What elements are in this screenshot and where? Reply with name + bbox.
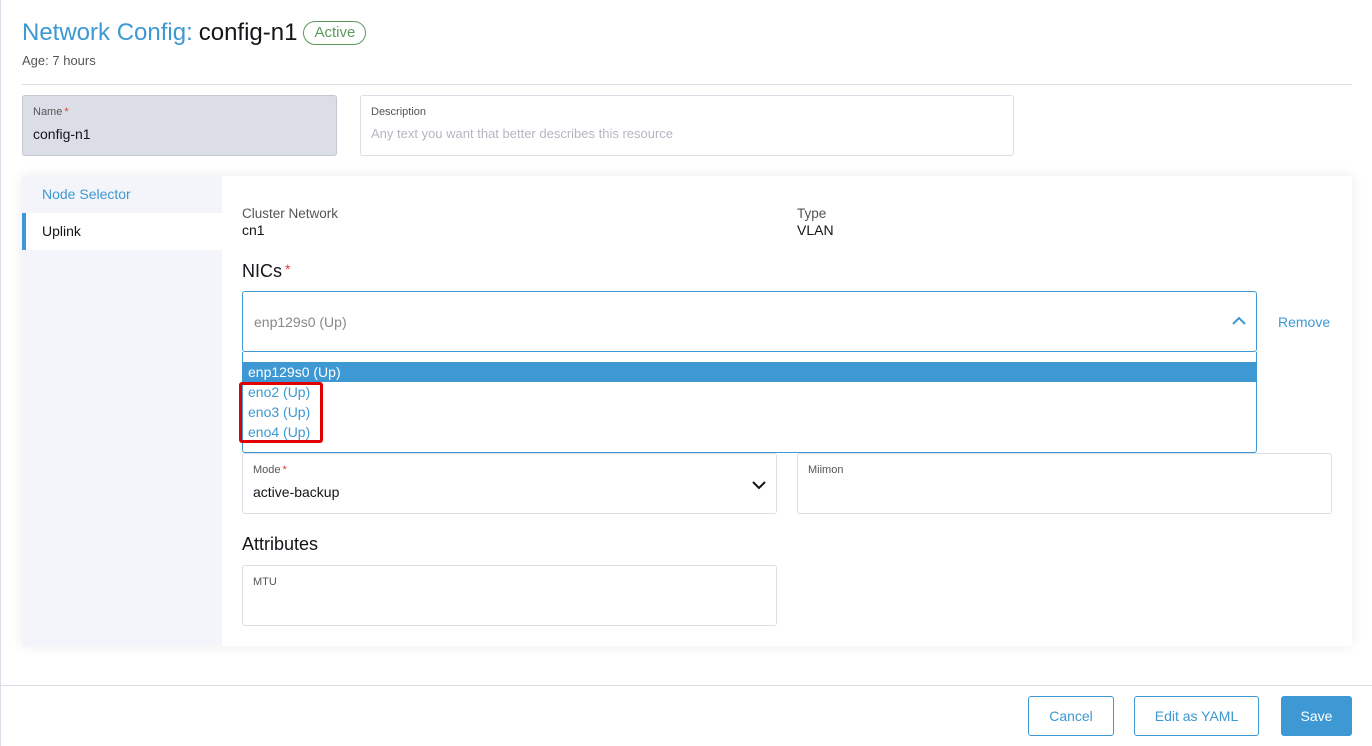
config-panel: Node Selector Uplink Cluster Network cn1… bbox=[22, 176, 1352, 646]
type-info: Type VLAN bbox=[797, 206, 834, 238]
nics-dropdown-menu: enp129s0 (Up) eno2 (Up) eno3 (Up) eno4 (… bbox=[242, 352, 1257, 453]
nics-heading: NICs * bbox=[242, 261, 291, 281]
page-header: Network Config: config-n1 Active bbox=[22, 19, 367, 47]
nic-option-eno3[interactable]: eno3 (Up) bbox=[243, 402, 1256, 422]
resource-type-link[interactable]: Network Config: bbox=[22, 19, 193, 47]
page-title: config-n1 bbox=[198, 19, 298, 46]
name-field[interactable]: Name * config-n1 bbox=[22, 95, 337, 156]
mode-select[interactable]: Mode * active-backup bbox=[242, 453, 777, 514]
nics-select[interactable]: enp129s0 (Up) bbox=[242, 291, 1257, 352]
edit-as-yaml-button[interactable]: Edit as YAML bbox=[1134, 696, 1259, 736]
cluster-network-label: Cluster Network bbox=[242, 206, 339, 221]
miimon-label: Miimon bbox=[808, 464, 844, 476]
type-value: VLAN bbox=[797, 222, 834, 238]
header-divider bbox=[22, 84, 1352, 85]
name-value: config-n1 bbox=[33, 126, 91, 142]
description-placeholder: Any text you want that better describes … bbox=[371, 126, 674, 141]
cancel-button[interactable]: Cancel bbox=[1028, 696, 1114, 736]
required-mark: * bbox=[285, 261, 291, 277]
type-label: Type bbox=[797, 206, 827, 221]
cluster-network-value: cn1 bbox=[242, 222, 265, 238]
age-value: 7 hours bbox=[52, 53, 96, 68]
side-tabs: Node Selector Uplink bbox=[22, 176, 222, 250]
chevron-down-icon[interactable] bbox=[750, 476, 768, 494]
mtu-label: MTU bbox=[253, 576, 277, 588]
remove-button[interactable]: Remove bbox=[1278, 314, 1330, 330]
cluster-network-info: Cluster Network cn1 bbox=[242, 206, 338, 238]
mtu-field[interactable]: MTU bbox=[242, 565, 777, 626]
description-label: Description bbox=[371, 106, 427, 118]
mode-label: Mode * bbox=[253, 464, 287, 476]
save-button[interactable]: Save bbox=[1281, 696, 1352, 736]
nics-selected-value: enp129s0 (Up) bbox=[254, 314, 347, 330]
nic-option-enp129s0[interactable]: enp129s0 (Up) bbox=[243, 362, 1256, 382]
mode-value: active-backup bbox=[253, 484, 340, 500]
miimon-field[interactable]: Miimon bbox=[797, 453, 1332, 514]
uplink-content: Cluster Network cn1 Type VLAN NICs * enp1… bbox=[222, 176, 1352, 646]
description-field[interactable]: Description Any text you want that bette… bbox=[360, 95, 1014, 156]
page-left-border bbox=[0, 0, 1, 746]
nic-option-eno2[interactable]: eno2 (Up) bbox=[243, 382, 1256, 402]
chevron-up-icon[interactable] bbox=[1230, 312, 1248, 330]
name-label: Name * bbox=[33, 106, 69, 118]
status-badge: Active bbox=[303, 21, 367, 45]
tab-uplink[interactable]: Uplink bbox=[22, 213, 222, 250]
footer-divider bbox=[0, 685, 1372, 686]
tab-node-selector[interactable]: Node Selector bbox=[22, 176, 222, 213]
nic-option-eno4[interactable]: eno4 (Up) bbox=[243, 422, 1256, 442]
required-mark: * bbox=[282, 464, 287, 476]
required-mark: * bbox=[64, 106, 69, 118]
age-label: Age: bbox=[22, 53, 49, 68]
attributes-heading: Attributes bbox=[242, 534, 319, 554]
age-info: Age: 7 hours bbox=[22, 53, 96, 68]
